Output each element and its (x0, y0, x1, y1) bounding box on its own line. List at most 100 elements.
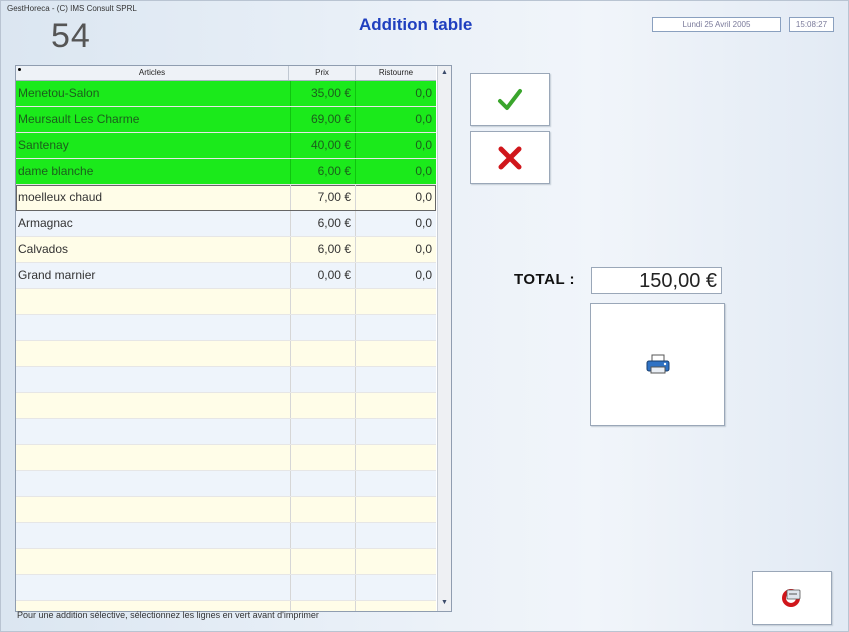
articles-grid[interactable]: Articles Prix Ristourne Menetou-Salon 35,… (15, 65, 452, 612)
status-hint: Pour une addition sélective, sélectionne… (17, 610, 319, 620)
scroll-down-icon[interactable]: ▼ (440, 598, 449, 607)
cell-article: Meursault Les Charme (16, 107, 291, 132)
cell-prix: 0,00 € (290, 263, 356, 288)
app-title: GestHoreca - (C) IMS Consult SPRL (7, 4, 137, 13)
total-value: 150,00 € (591, 267, 722, 294)
grid-header: Articles Prix Ristourne (16, 66, 436, 81)
empty-cell (356, 575, 436, 600)
cell-prix: 6,00 € (290, 237, 356, 262)
table-row[interactable] (16, 419, 436, 445)
table-row[interactable] (16, 497, 436, 523)
grid-scrollbar[interactable]: ▲ ▼ (437, 66, 451, 611)
table-row[interactable] (16, 471, 436, 497)
empty-cell (356, 445, 436, 470)
table-row[interactable] (16, 367, 436, 393)
empty-cell (356, 393, 436, 418)
cell-prix: 6,00 € (290, 159, 356, 184)
empty-cell (290, 549, 356, 574)
cell-ristourne: 0,0 (415, 164, 432, 178)
empty-cell (290, 497, 356, 522)
empty-cell (290, 393, 356, 418)
table-row[interactable]: Grand marnier 0,00 € 0,0 (16, 263, 436, 289)
cell-ristourne: 0,0 (415, 190, 432, 204)
close-icon (498, 146, 522, 169)
table-row[interactable] (16, 289, 436, 315)
cell-article: Grand marnier (16, 263, 291, 288)
empty-cell (356, 419, 436, 444)
empty-cell (16, 575, 291, 600)
empty-cell (356, 289, 436, 314)
table-row[interactable] (16, 523, 436, 549)
cell-prix: 40,00 € (290, 133, 356, 158)
table-row[interactable] (16, 445, 436, 471)
app-window: GestHoreca - (C) IMS Consult SPRL 54 Add… (0, 0, 849, 632)
empty-cell (356, 341, 436, 366)
cell-article: Santenay (16, 133, 291, 158)
empty-cell (290, 575, 356, 600)
cell-ristourne: 0,0 (415, 268, 432, 282)
empty-cell (356, 367, 436, 392)
column-header-ristourne[interactable]: Ristourne (356, 66, 436, 80)
cell-ristourne: 0,0 (415, 112, 432, 126)
empty-cell (16, 445, 291, 470)
printer-icon (646, 354, 669, 373)
empty-cell (16, 497, 291, 522)
table-row[interactable]: Menetou-Salon 35,00 € 0,0 (16, 81, 436, 107)
confirm-button[interactable] (470, 73, 550, 126)
empty-cell (290, 367, 356, 392)
empty-cell (16, 419, 291, 444)
empty-cell (356, 601, 436, 611)
empty-cell (356, 549, 436, 574)
empty-cell (16, 523, 291, 548)
table-row[interactable] (16, 315, 436, 341)
cell-article: Armagnac (16, 211, 291, 236)
empty-cell (290, 419, 356, 444)
table-row[interactable]: Santenay 40,00 € 0,0 (16, 133, 436, 159)
cell-article: moelleux chaud (16, 185, 291, 210)
empty-cell (356, 497, 436, 522)
cell-prix: 69,00 € (290, 107, 356, 132)
cell-article: Menetou-Salon (16, 81, 291, 106)
empty-cell (16, 393, 291, 418)
cell-article: Calvados (16, 237, 291, 262)
exit-button[interactable] (752, 571, 832, 625)
table-row[interactable] (16, 575, 436, 601)
cell-ristourne: 0,0 (415, 138, 432, 152)
print-button[interactable] (590, 303, 725, 426)
empty-cell (290, 341, 356, 366)
table-row[interactable] (16, 549, 436, 575)
date-display: Lundi 25 Avril 2005 (652, 17, 781, 32)
exit-icon (782, 589, 801, 607)
total-label: TOTAL : (514, 271, 575, 288)
empty-cell (16, 289, 291, 314)
table-number: 54 (51, 17, 91, 55)
empty-cell (356, 471, 436, 496)
empty-cell (290, 315, 356, 340)
table-row[interactable]: dame blanche 6,00 € 0,0 (16, 159, 436, 185)
table-row[interactable]: Meursault Les Charme 69,00 € 0,0 (16, 107, 436, 133)
cell-prix: 6,00 € (290, 211, 356, 236)
empty-cell (16, 471, 291, 496)
screen-title: Addition table (359, 15, 473, 34)
table-row[interactable]: moelleux chaud 7,00 € 0,0 (16, 185, 436, 211)
scroll-up-icon[interactable]: ▲ (440, 68, 449, 77)
cell-article: dame blanche (16, 159, 291, 184)
grid-rows: Menetou-Salon 35,00 €0,0 Meursault Les Cha… (16, 81, 436, 611)
cell-prix: 7,00 € (290, 185, 356, 210)
table-row[interactable]: Armagnac 6,00 € 0,0 (16, 211, 436, 237)
empty-cell (290, 471, 356, 496)
empty-cell (16, 549, 291, 574)
empty-cell (290, 289, 356, 314)
cancel-button[interactable] (470, 131, 550, 184)
empty-cell (356, 523, 436, 548)
table-row[interactable] (16, 393, 436, 419)
column-header-articles[interactable]: Articles (16, 66, 289, 80)
column-header-prix[interactable]: Prix (289, 66, 356, 80)
time-display: 15:08:27 (789, 17, 834, 32)
table-row[interactable]: Calvados 6,00 € 0,0 (16, 237, 436, 263)
empty-cell (16, 367, 291, 392)
empty-cell (16, 341, 291, 366)
table-row[interactable] (16, 341, 436, 367)
checkmark-icon (498, 88, 522, 110)
empty-cell (290, 523, 356, 548)
